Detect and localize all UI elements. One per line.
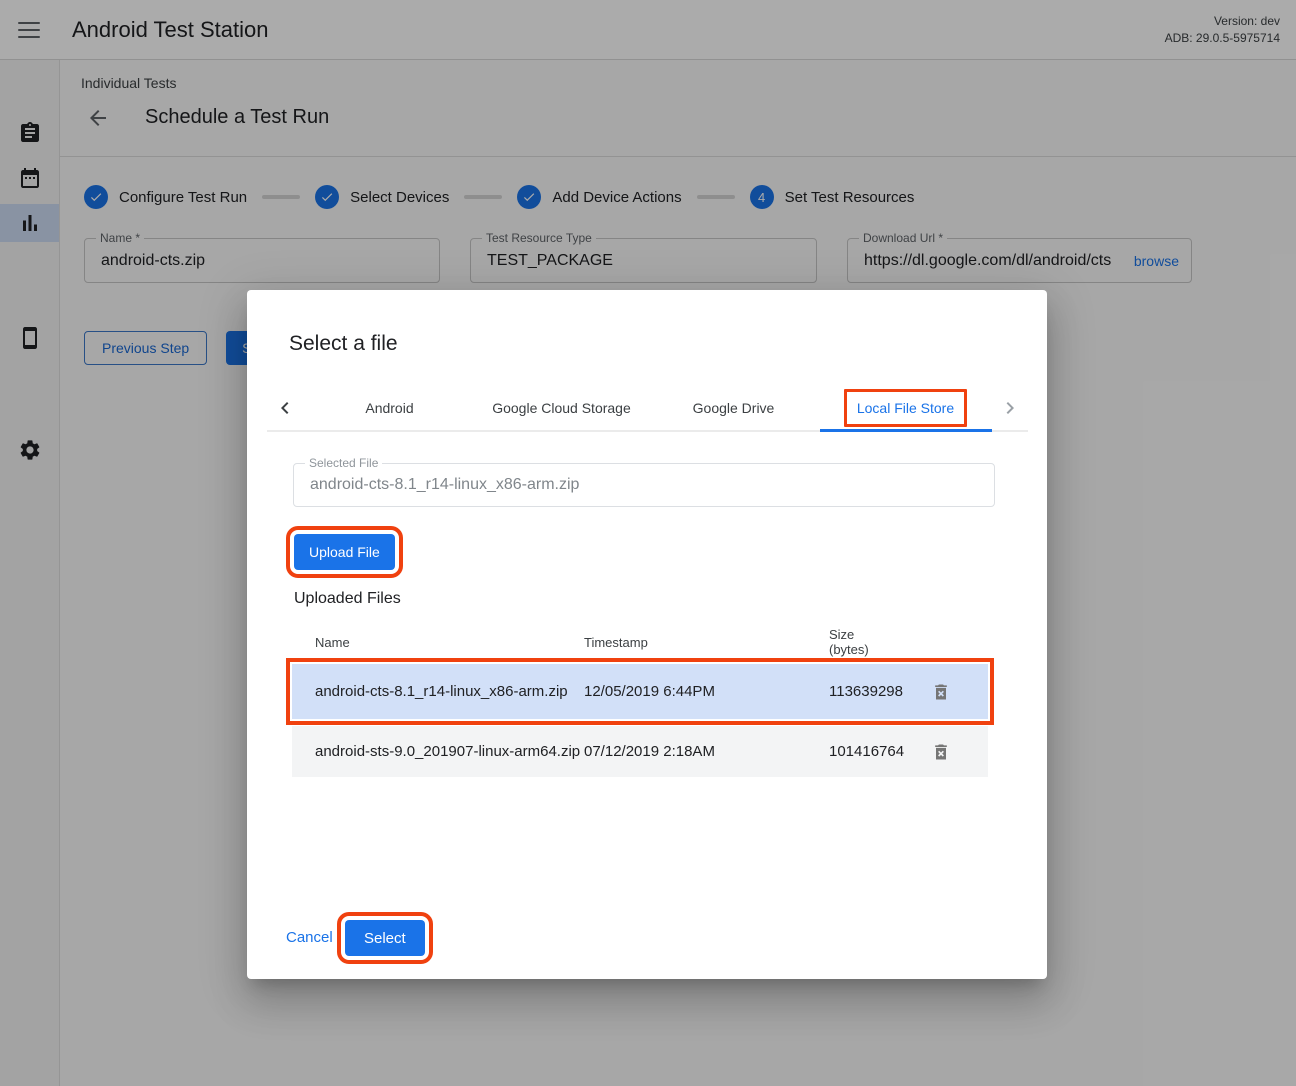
annotation-box: Local File Store bbox=[844, 389, 967, 427]
tab-local-file-store[interactable]: Local File Store bbox=[820, 385, 992, 430]
select-file-dialog: Select a file Android Google Cloud Stora… bbox=[247, 290, 1047, 979]
file-source-tabs: Android Google Cloud Storage Google Driv… bbox=[267, 385, 1028, 432]
cancel-button[interactable]: Cancel bbox=[286, 929, 333, 946]
delete-file-icon[interactable] bbox=[917, 742, 965, 762]
selected-file-label: Selected File bbox=[305, 456, 382, 470]
selected-file-field[interactable]: Selected File android-cts-8.1_r14-linux_… bbox=[293, 463, 995, 507]
selected-file-value: android-cts-8.1_r14-linux_x86-arm.zip bbox=[294, 464, 994, 506]
files-table-header: Name Timestamp Size (bytes) bbox=[292, 620, 988, 664]
tab-google-drive[interactable]: Google Drive bbox=[648, 385, 820, 430]
file-row-android-sts[interactable]: android-sts-9.0_201907-linux-arm64.zip 0… bbox=[292, 726, 988, 777]
delete-file-icon[interactable] bbox=[917, 682, 965, 702]
column-header-name: Name bbox=[292, 635, 584, 650]
tab-google-cloud-storage[interactable]: Google Cloud Storage bbox=[476, 385, 648, 430]
column-header-size: Size (bytes) bbox=[829, 627, 917, 657]
chevron-left-icon[interactable] bbox=[267, 385, 304, 430]
file-row-android-cts[interactable]: android-cts-8.1_r14-linux_x86-arm.zip 12… bbox=[292, 664, 988, 719]
upload-file-button[interactable]: Upload File bbox=[294, 534, 395, 570]
uploaded-files-title: Uploaded Files bbox=[294, 590, 401, 608]
tab-android[interactable]: Android bbox=[304, 385, 476, 430]
column-header-timestamp: Timestamp bbox=[584, 635, 829, 650]
dialog-title: Select a file bbox=[289, 332, 398, 356]
select-button[interactable]: Select bbox=[345, 920, 425, 956]
chevron-right-icon[interactable] bbox=[992, 385, 1029, 430]
